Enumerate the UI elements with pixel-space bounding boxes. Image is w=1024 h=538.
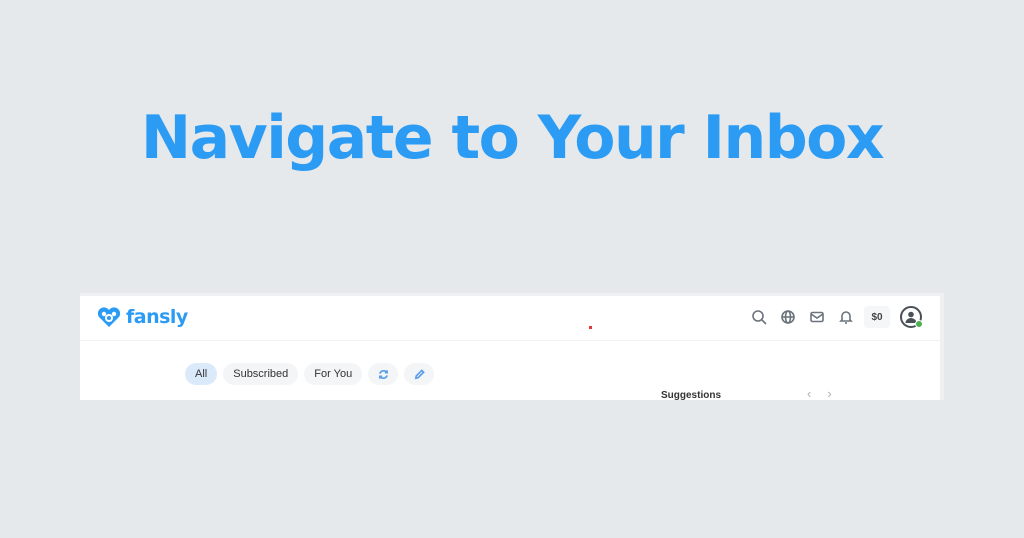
online-status-dot [915,320,923,328]
pencil-icon [414,368,425,379]
edit-button[interactable] [404,363,435,385]
headline: Navigate to Your Inbox [140,103,885,173]
suggestions-title: Suggestions [661,390,722,401]
indicator-dot [589,326,592,329]
filter-subscribed[interactable]: Subscribed [223,363,299,385]
brand-name: fansly [126,306,188,328]
refresh-icon [378,369,388,379]
messages-button[interactable] [805,305,829,329]
search-button[interactable] [747,305,771,329]
avatar[interactable] [900,306,923,328]
app-screenshot: fansly $0 All Subscribed For You Suggest… [80,293,944,401]
top-navbar: fansly $0 [80,296,940,341]
globe-icon [781,310,795,324]
scrollbar[interactable] [940,296,944,400]
filter-all[interactable]: All [185,363,218,385]
wallet-balance[interactable]: $0 [864,306,890,328]
refresh-button[interactable] [368,363,399,385]
search-icon [752,310,767,325]
mail-icon [810,311,824,323]
feed-filters: All Subscribed For You [185,363,440,385]
explore-button[interactable] [776,305,800,329]
filter-for-you[interactable]: For You [304,363,363,385]
heart-logo-icon [97,307,121,327]
logo[interactable]: fansly [96,306,188,328]
suggestions-prev-button[interactable]: ‹ [807,386,811,401]
bell-icon [839,311,853,324]
notifications-button[interactable] [834,305,858,329]
suggestions-next-button[interactable]: › [827,386,831,401]
